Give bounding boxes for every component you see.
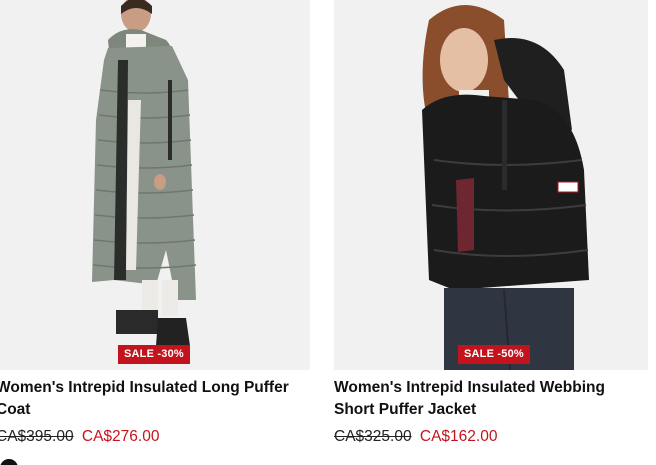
- short-puffer-jacket-image: [334, 0, 648, 370]
- sale-badge: SALE -50%: [458, 345, 530, 364]
- price-row: CA$395.00 CA$276.00: [0, 427, 310, 447]
- sale-badge: SALE -30%: [118, 345, 190, 364]
- product-grid: SALE -30% Women's Intrepid Insulated Lon…: [0, 0, 656, 465]
- original-price: CA$395.00: [0, 428, 74, 445]
- product-card[interactable]: SALE -50% Women's Intrepid Insulated Web…: [334, 0, 648, 447]
- sale-price: CA$276.00: [81, 428, 160, 445]
- long-puffer-coat-image: [0, 0, 310, 370]
- product-card[interactable]: SALE -30% Women's Intrepid Insulated Lon…: [0, 0, 310, 447]
- price-row: CA$325.00 CA$162.00: [334, 427, 648, 447]
- sale-price: CA$162.00: [419, 428, 498, 445]
- product-title[interactable]: Women's Intrepid Insulated Long Puffer C…: [0, 377, 310, 421]
- product-image[interactable]: SALE -30%: [0, 0, 310, 370]
- color-swatch-icon[interactable]: [0, 459, 18, 465]
- product-title[interactable]: Women's Intrepid Insulated Webbing Short…: [334, 377, 648, 421]
- product-image[interactable]: SALE -50%: [334, 0, 648, 370]
- original-price: CA$325.00: [334, 428, 412, 445]
